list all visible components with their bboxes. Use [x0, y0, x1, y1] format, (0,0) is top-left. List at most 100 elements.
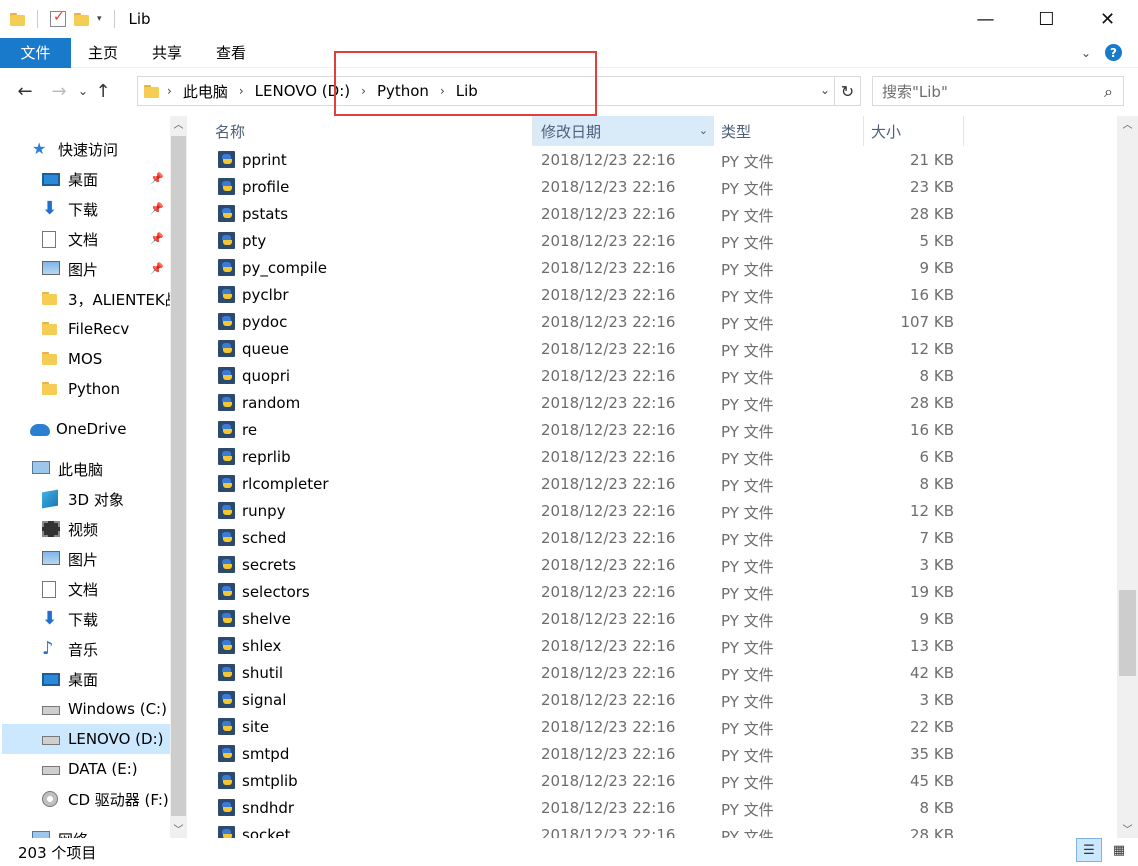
- nav-item-drive-e[interactable]: DATA (E:): [42, 754, 138, 784]
- nav-item-filerecv[interactable]: FileRecv: [42, 314, 129, 344]
- nav-item-mos[interactable]: MOS: [42, 344, 102, 374]
- properties-icon[interactable]: [50, 9, 66, 27]
- file-row[interactable]: signal 2018/12/23 22:16 PY 文件 3 KB: [190, 687, 1116, 714]
- nav-item-desktop[interactable]: 桌面 📌: [42, 164, 170, 194]
- nav-item-alientek[interactable]: 3，ALIENTEK战: [42, 284, 180, 314]
- file-name: pprint: [242, 151, 287, 169]
- nav-item-pictures[interactable]: 图片 📌: [42, 254, 170, 284]
- scroll-down-icon[interactable]: ﹀: [1117, 821, 1138, 838]
- nav-item-pictures-pc[interactable]: 图片: [42, 544, 98, 574]
- expand-ribbon-icon[interactable]: ⌄: [1081, 46, 1091, 60]
- breadcrumb-python[interactable]: Python: [377, 82, 429, 100]
- scroll-thumb[interactable]: [171, 136, 186, 816]
- column-type[interactable]: 类型: [714, 116, 864, 146]
- nav-item-videos[interactable]: 视频: [42, 514, 98, 544]
- nav-onedrive[interactable]: OneDrive: [30, 414, 127, 444]
- nav-item-downloads[interactable]: ⬇ 下载 📌: [42, 194, 170, 224]
- back-arrow-icon[interactable]: ←: [10, 81, 40, 102]
- tab-home[interactable]: 主页: [71, 38, 135, 68]
- file-row[interactable]: pyclbr 2018/12/23 22:16 PY 文件 16 KB: [190, 282, 1116, 309]
- file-row[interactable]: quopri 2018/12/23 22:16 PY 文件 8 KB: [190, 363, 1116, 390]
- pin-icon[interactable]: 📌: [150, 202, 164, 215]
- breadcrumb-lib[interactable]: Lib: [456, 82, 478, 100]
- up-arrow-icon[interactable]: ↑: [92, 81, 114, 102]
- file-row[interactable]: socket 2018/12/23 22:16 PY 文件 28 KB: [190, 822, 1116, 838]
- new-folder-icon[interactable]: [74, 12, 89, 27]
- nav-item-drive-c[interactable]: Windows (C:): [42, 694, 167, 724]
- minimize-button[interactable]: —: [955, 0, 1016, 38]
- nav-item-3d-objects[interactable]: 3D 对象: [42, 484, 124, 514]
- scroll-thumb[interactable]: [1119, 590, 1136, 676]
- pin-icon[interactable]: 📌: [150, 262, 164, 275]
- pin-icon[interactable]: 📌: [150, 232, 164, 245]
- column-date[interactable]: 修改日期 ⌄: [533, 116, 714, 146]
- recent-locations-icon[interactable]: ⌄: [74, 84, 92, 98]
- help-icon[interactable]: ?: [1105, 44, 1122, 61]
- file-row[interactable]: pstats 2018/12/23 22:16 PY 文件 28 KB: [190, 201, 1116, 228]
- chevron-right-icon[interactable]: ›: [440, 84, 445, 98]
- file-row[interactable]: site 2018/12/23 22:16 PY 文件 22 KB: [190, 714, 1116, 741]
- file-row[interactable]: runpy 2018/12/23 22:16 PY 文件 12 KB: [190, 498, 1116, 525]
- nav-item-documents[interactable]: 文档 📌: [42, 224, 170, 254]
- scroll-down-icon[interactable]: ﹀: [170, 821, 187, 838]
- customize-toolbar-icon[interactable]: ▾: [97, 14, 102, 24]
- nav-quick-access[interactable]: ★ 快速访问: [32, 134, 118, 164]
- pin-icon[interactable]: 📌: [150, 172, 164, 185]
- file-row[interactable]: queue 2018/12/23 22:16 PY 文件 12 KB: [190, 336, 1116, 363]
- chevron-right-icon[interactable]: ›: [361, 84, 366, 98]
- chevron-right-icon[interactable]: ›: [167, 84, 172, 98]
- tab-file[interactable]: 文件: [0, 37, 71, 68]
- file-row[interactable]: rlcompleter 2018/12/23 22:16 PY 文件 8 KB: [190, 471, 1116, 498]
- nav-item-music[interactable]: ♪ 音乐: [42, 634, 98, 664]
- nav-item-drive-d[interactable]: LENOVO (D:): [2, 724, 170, 754]
- nav-item-desktop-pc[interactable]: 桌面: [42, 664, 98, 694]
- file-row[interactable]: smtplib 2018/12/23 22:16 PY 文件 45 KB: [190, 768, 1116, 795]
- scroll-up-icon[interactable]: ︿: [170, 116, 187, 133]
- file-row[interactable]: shutil 2018/12/23 22:16 PY 文件 42 KB: [190, 660, 1116, 687]
- nav-network[interactable]: 网络: [32, 824, 88, 838]
- file-row[interactable]: py_compile 2018/12/23 22:16 PY 文件 9 KB: [190, 255, 1116, 282]
- file-row[interactable]: pty 2018/12/23 22:16 PY 文件 5 KB: [190, 228, 1116, 255]
- details-view-icon[interactable]: ☰: [1076, 838, 1102, 862]
- file-row[interactable]: selectors 2018/12/23 22:16 PY 文件 19 KB: [190, 579, 1116, 606]
- column-size[interactable]: 大小: [864, 116, 964, 146]
- file-row[interactable]: secrets 2018/12/23 22:16 PY 文件 3 KB: [190, 552, 1116, 579]
- chevron-down-icon[interactable]: ⌄: [699, 124, 708, 137]
- nav-item-cd-drive-f[interactable]: CD 驱动器 (F:): [42, 784, 169, 814]
- address-dropdown-icon[interactable]: ⌄: [820, 83, 830, 97]
- file-row[interactable]: random 2018/12/23 22:16 PY 文件 28 KB: [190, 390, 1116, 417]
- file-row[interactable]: shelve 2018/12/23 22:16 PY 文件 9 KB: [190, 606, 1116, 633]
- tab-share[interactable]: 共享: [135, 38, 199, 68]
- python-file-icon: [218, 421, 235, 438]
- file-row[interactable]: reprlib 2018/12/23 22:16 PY 文件 6 KB: [190, 444, 1116, 471]
- search-input[interactable]: 搜索"Lib" ⌕: [872, 76, 1124, 106]
- file-row[interactable]: pydoc 2018/12/23 22:16 PY 文件 107 KB: [190, 309, 1116, 336]
- large-icons-view-icon[interactable]: ▦: [1106, 838, 1132, 862]
- scroll-up-icon[interactable]: ︿: [1117, 116, 1138, 133]
- quick-access-toolbar: ▾: [10, 9, 119, 28]
- file-row[interactable]: re 2018/12/23 22:16 PY 文件 16 KB: [190, 417, 1116, 444]
- nav-this-pc[interactable]: 此电脑: [32, 454, 103, 484]
- address-bar[interactable]: › 此电脑 › LENOVO (D:) › Python › Lib ⌄ ↻: [137, 76, 861, 106]
- file-row[interactable]: sndhdr 2018/12/23 22:16 PY 文件 8 KB: [190, 795, 1116, 822]
- refresh-icon[interactable]: ↻: [834, 77, 860, 105]
- maximize-button[interactable]: ☐: [1016, 0, 1077, 38]
- breadcrumb-lenovo-d[interactable]: LENOVO (D:): [255, 82, 350, 100]
- file-row[interactable]: pprint 2018/12/23 22:16 PY 文件 21 KB: [190, 147, 1116, 174]
- file-row[interactable]: smtpd 2018/12/23 22:16 PY 文件 35 KB: [190, 741, 1116, 768]
- tab-view[interactable]: 查看: [199, 38, 263, 68]
- nav-scrollbar[interactable]: ︿ ﹀: [170, 116, 187, 838]
- nav-item-python[interactable]: Python: [42, 374, 120, 404]
- chevron-right-icon[interactable]: ›: [239, 84, 244, 98]
- column-name[interactable]: 名称: [190, 116, 533, 146]
- file-row[interactable]: sched 2018/12/23 22:16 PY 文件 7 KB: [190, 525, 1116, 552]
- search-icon[interactable]: ⌕: [1104, 82, 1113, 102]
- file-row[interactable]: profile 2018/12/23 22:16 PY 文件 23 KB: [190, 174, 1116, 201]
- file-row[interactable]: shlex 2018/12/23 22:16 PY 文件 13 KB: [190, 633, 1116, 660]
- close-button[interactable]: ✕: [1077, 0, 1138, 38]
- file-list-scrollbar[interactable]: ︿ ﹀: [1117, 116, 1138, 838]
- nav-item-documents-pc[interactable]: 文档: [42, 574, 98, 604]
- nav-item-downloads-pc[interactable]: ⬇ 下载: [42, 604, 98, 634]
- breadcrumb-this-pc[interactable]: 此电脑: [183, 81, 228, 102]
- forward-arrow-icon[interactable]: →: [44, 81, 74, 102]
